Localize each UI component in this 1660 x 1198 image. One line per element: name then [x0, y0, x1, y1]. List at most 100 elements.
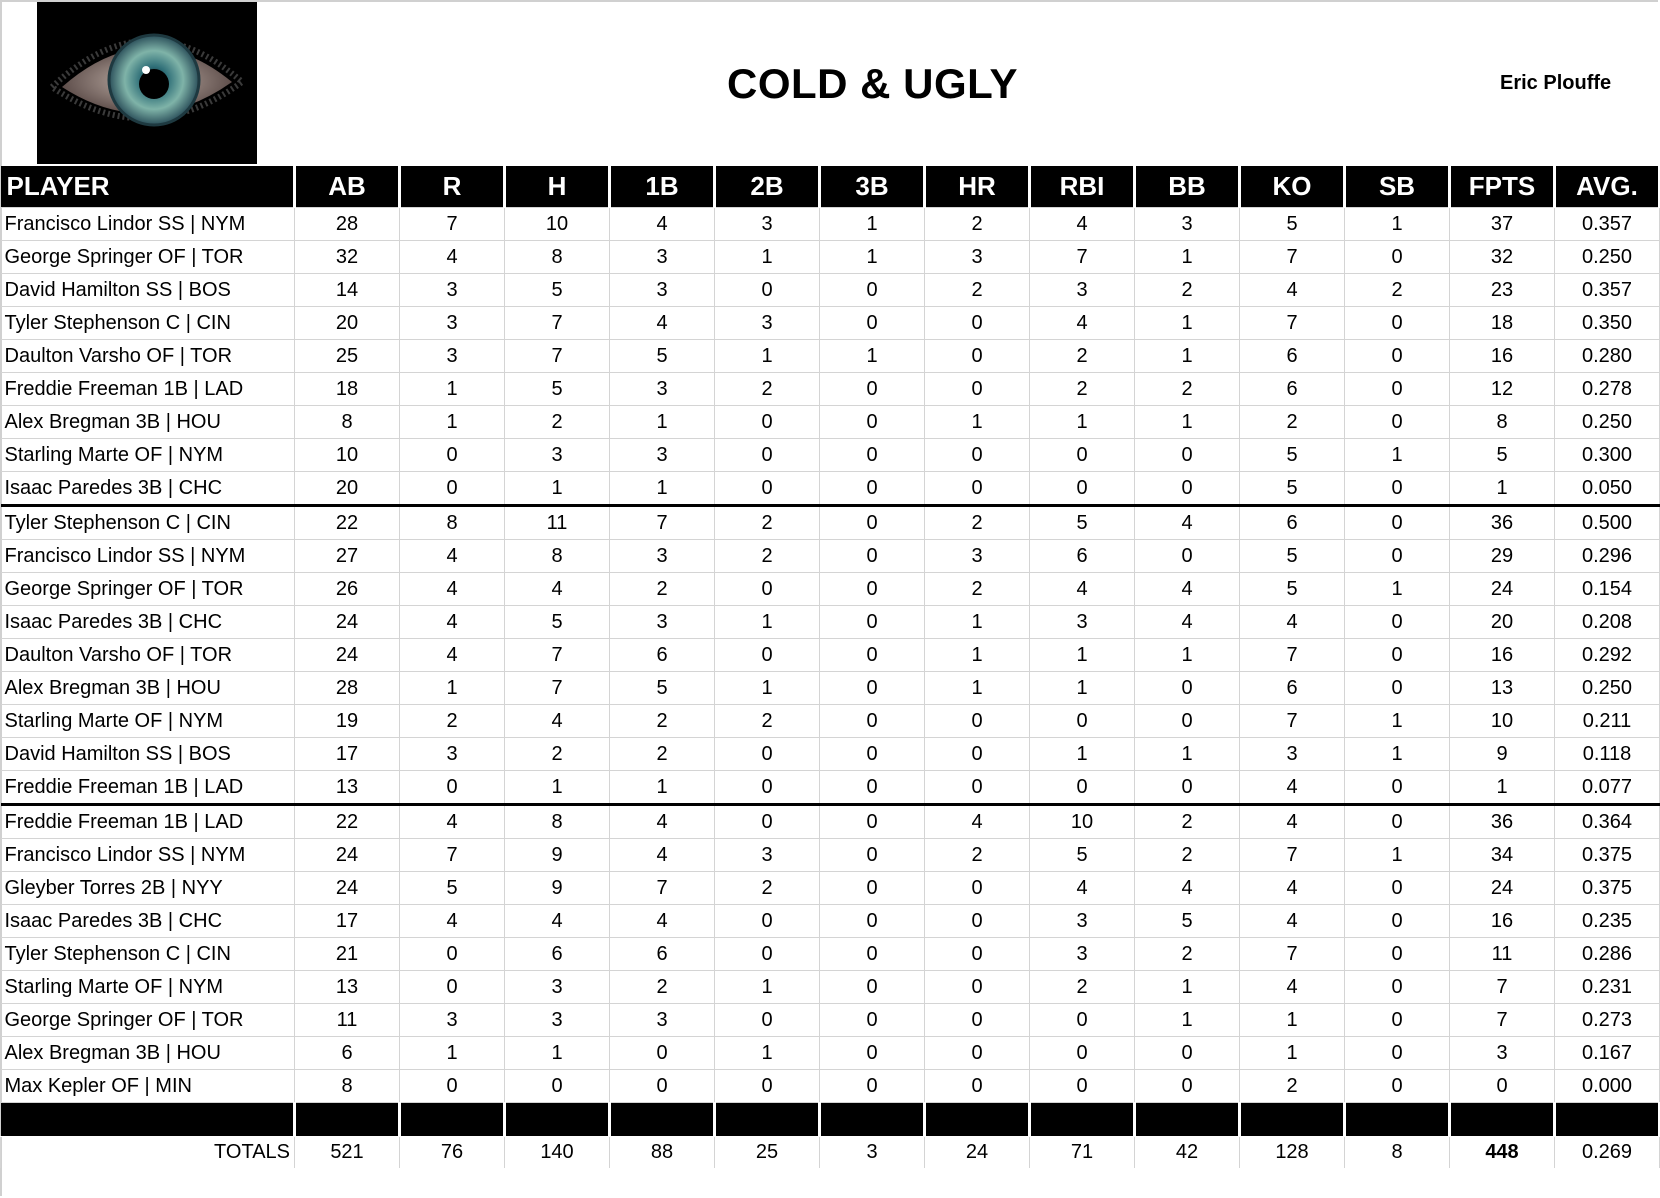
- stat-1b: 1: [609, 471, 715, 506]
- totals-row: TOTALS 521 76 140 88 25 3 24 71 42 128 8 448 0.269: [0, 1136, 1660, 1168]
- column-header-hr[interactable]: HR: [923, 166, 1031, 208]
- stat-ko: 4: [1239, 970, 1345, 1004]
- stat-h: 3: [504, 1003, 610, 1037]
- stat-rbi: 4: [1029, 572, 1135, 606]
- column-header-2b[interactable]: 2B: [713, 166, 821, 208]
- stat-sb: 0: [1344, 904, 1450, 938]
- stat-ab: 20: [294, 471, 400, 506]
- column-header-rbi[interactable]: RBI: [1028, 166, 1136, 208]
- player-row: Alex Bregman 3B | HOU 28 1 7 5 1 0 1 1 0 6 0 13 0.250: [0, 671, 1660, 705]
- player-name: Starling Marte OF | NYM: [0, 704, 295, 738]
- stat-hr: 0: [924, 1003, 1030, 1037]
- player-name: Alex Bregman 3B | HOU: [0, 405, 295, 439]
- stat-fpts: 32: [1449, 240, 1555, 274]
- stat-ko: 7: [1239, 838, 1345, 872]
- stat-bb: 1: [1134, 1003, 1240, 1037]
- stat-rbi: 5: [1029, 504, 1135, 540]
- stat-hr: 0: [924, 438, 1030, 472]
- stat-h: 8: [504, 240, 610, 274]
- player-name: Freddie Freeman 1B | LAD: [0, 372, 295, 406]
- column-header-fpts[interactable]: FPTS: [1448, 166, 1556, 208]
- stat-3b: 0: [819, 438, 925, 472]
- column-header-avg[interactable]: AVG.: [1553, 166, 1660, 208]
- separator-cell: [503, 1102, 611, 1137]
- separator-row: [0, 1102, 1660, 1137]
- stat-bb: 4: [1134, 572, 1240, 606]
- player-name: Gleyber Torres 2B | NYY: [0, 871, 295, 905]
- player-name: Max Kepler OF | MIN: [0, 1069, 295, 1103]
- stat-bb: 0: [1134, 539, 1240, 573]
- stat-rbi: 2: [1029, 970, 1135, 1004]
- stat-h: 8: [504, 803, 610, 839]
- stat-fpts: 9: [1449, 737, 1555, 771]
- stat-r: 3: [399, 273, 505, 307]
- stats-table: PLAYER AB R H 1B 2B 3B HR RBI BB KO SB FPTS AVG. Fran…: [0, 166, 1660, 1168]
- stat-avg: 0.250: [1554, 405, 1660, 439]
- separator-cell: [293, 1102, 401, 1137]
- player-row: Francisco Lindor SS | NYM 27 4 8 3 2 0 3 6 0 5 0 29 0…: [0, 539, 1660, 573]
- stat-avg: 0.077: [1554, 770, 1660, 805]
- stat-ab: 11: [294, 1003, 400, 1037]
- stat-2b: 1: [714, 240, 820, 274]
- stat-rbi: 10: [1029, 803, 1135, 839]
- stat-h: 5: [504, 605, 610, 639]
- stat-2b: 2: [714, 704, 820, 738]
- player-row: Isaac Paredes 3B | CHC 17 4 4 4 0 0 0 3 5 4 0 16 0.23…: [0, 904, 1660, 938]
- stat-sb: 1: [1344, 207, 1450, 241]
- stat-3b: 0: [819, 539, 925, 573]
- player-name: Daulton Varsho OF | TOR: [0, 638, 295, 672]
- stat-ab: 13: [294, 770, 400, 805]
- stat-ko: 4: [1239, 605, 1345, 639]
- stat-hr: 0: [924, 372, 1030, 406]
- stat-h: 2: [504, 737, 610, 771]
- stat-2b: 0: [714, 438, 820, 472]
- stat-1b: 4: [609, 306, 715, 340]
- stat-fpts: 13: [1449, 671, 1555, 705]
- stat-3b: 0: [819, 937, 925, 971]
- stat-hr: 0: [924, 704, 1030, 738]
- stat-avg: 0.300: [1554, 438, 1660, 472]
- separator-cell: [923, 1102, 1031, 1137]
- stat-ko: 6: [1239, 372, 1345, 406]
- stat-hr: 0: [924, 904, 1030, 938]
- stat-bb: 4: [1134, 605, 1240, 639]
- stat-rbi: 3: [1029, 904, 1135, 938]
- column-header-ab[interactable]: AB: [293, 166, 401, 208]
- stat-r: 4: [399, 572, 505, 606]
- stat-fpts: 1: [1449, 471, 1555, 506]
- stat-ab: 24: [294, 838, 400, 872]
- stat-bb: 1: [1134, 737, 1240, 771]
- stat-2b: 0: [714, 638, 820, 672]
- separator-cell: [1028, 1102, 1136, 1137]
- stat-ab: 13: [294, 970, 400, 1004]
- column-header-bb[interactable]: BB: [1133, 166, 1241, 208]
- column-header-h[interactable]: H: [503, 166, 611, 208]
- column-header-1b[interactable]: 1B: [608, 166, 716, 208]
- stat-r: 3: [399, 306, 505, 340]
- stat-ko: 4: [1239, 871, 1345, 905]
- player-row: Starling Marte OF | NYM 10 0 3 3 0 0 0 0 0 5 1 5 0.30…: [0, 438, 1660, 472]
- stat-fpts: 20: [1449, 605, 1555, 639]
- column-header-ko[interactable]: KO: [1238, 166, 1346, 208]
- stat-1b: 0: [609, 1036, 715, 1070]
- stat-2b: 2: [714, 372, 820, 406]
- column-header-3b[interactable]: 3B: [818, 166, 926, 208]
- stat-ko: 5: [1239, 471, 1345, 506]
- stat-fpts: 37: [1449, 207, 1555, 241]
- stat-rbi: 0: [1029, 770, 1135, 805]
- column-header-player[interactable]: PLAYER: [0, 166, 296, 208]
- stat-2b: 0: [714, 572, 820, 606]
- stat-avg: 0.350: [1554, 306, 1660, 340]
- stat-rbi: 1: [1029, 638, 1135, 672]
- stat-1b: 3: [609, 273, 715, 307]
- stat-rbi: 1: [1029, 737, 1135, 771]
- stat-h: 7: [504, 638, 610, 672]
- separator-cell: [1238, 1102, 1346, 1137]
- stat-avg: 0.211: [1554, 704, 1660, 738]
- stat-ko: 2: [1239, 1069, 1345, 1103]
- stat-bb: 0: [1134, 438, 1240, 472]
- stat-3b: 0: [819, 970, 925, 1004]
- column-header-sb[interactable]: SB: [1343, 166, 1451, 208]
- column-header-r[interactable]: R: [398, 166, 506, 208]
- owner-name: Eric Plouffe: [1500, 72, 1612, 94]
